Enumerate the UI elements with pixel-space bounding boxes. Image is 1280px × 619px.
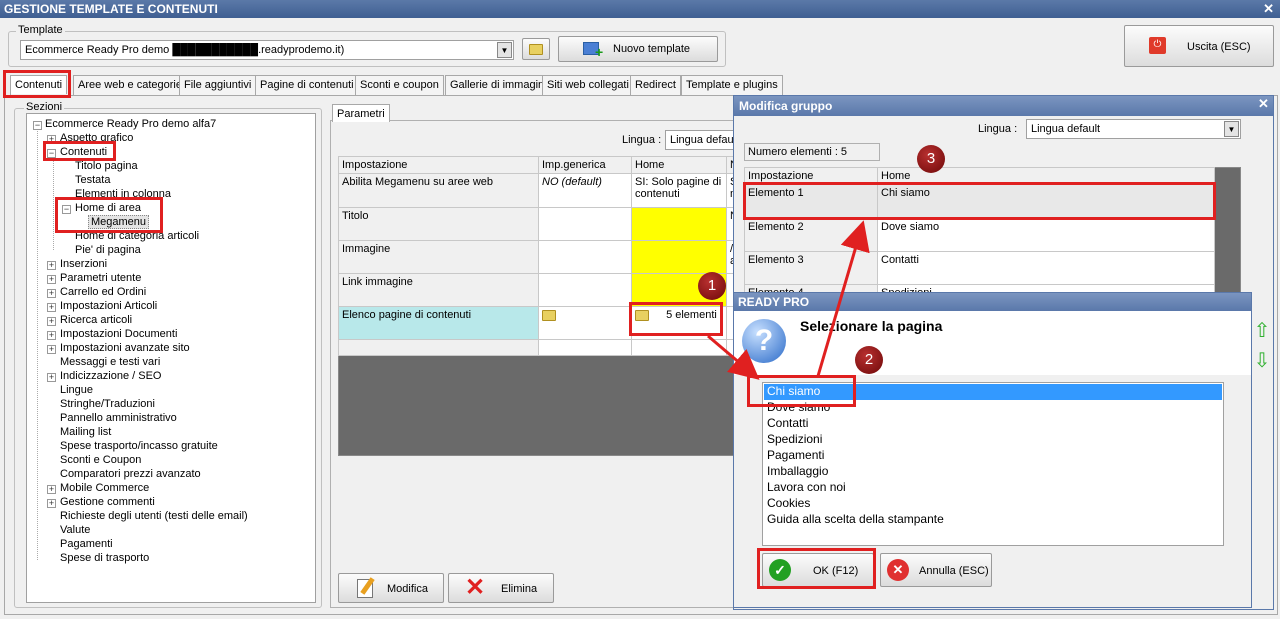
annotation-arrows: [707, 220, 870, 380]
step-badge: 2: [855, 346, 883, 374]
step-badge: 3: [917, 145, 945, 173]
step-badge: 1: [698, 272, 726, 300]
